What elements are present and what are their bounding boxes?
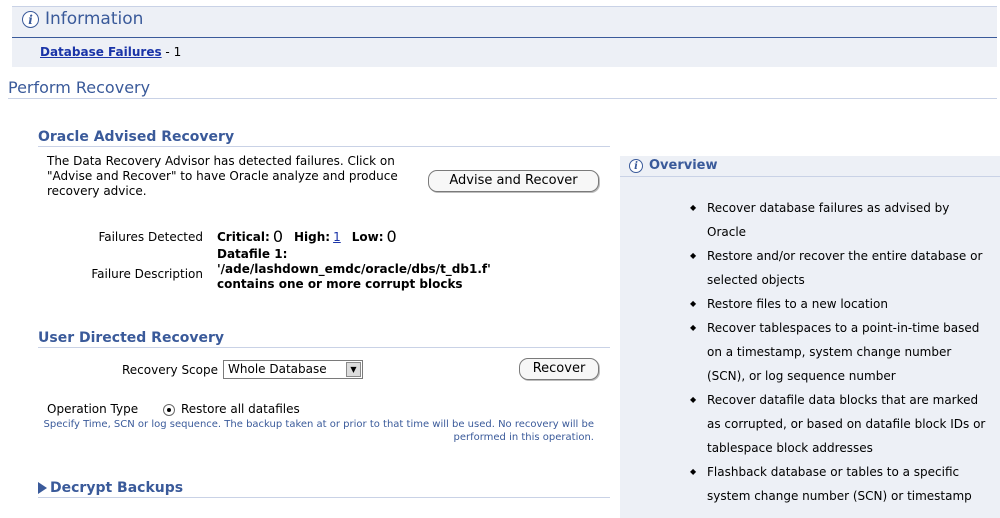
list-item: Restore files to a new location [690,292,990,316]
critical-label: Critical: [217,229,270,244]
information-message: Database Failures - 1 [40,45,181,59]
information-header: i Information [22,9,143,29]
high-label: High: [294,229,331,244]
info-icon: i [22,10,39,28]
overview-divider [620,176,1000,177]
info-icon: i [629,158,643,173]
oracle-advised-recovery-heading: Oracle Advised Recovery [38,129,235,145]
restore-all-datafiles-radio[interactable] [163,404,175,416]
user-directed-recovery-heading: User Directed Recovery [38,330,225,346]
information-divider [12,37,997,38]
list-item: Restore and/or recover the entire databa… [690,244,990,292]
operation-type-label: Operation Type [47,402,139,416]
decrypt-backups-divider [38,497,610,498]
decrypt-backups-toggle[interactable]: Decrypt Backups [38,480,183,496]
high-count-link[interactable]: 1 [333,230,341,244]
overview-list: Recover database failures as advised by … [690,196,990,508]
database-failures-count: - 1 [161,45,182,59]
list-item: Recover tablespaces to a point-in-time b… [690,316,990,388]
list-item: Recover database failures as advised by … [690,196,990,244]
advise-and-recover-button[interactable]: Advise and Recover [428,170,599,192]
overview-title: Overview [649,158,718,173]
list-item: Recover datafile data blocks that are ma… [690,388,990,460]
recover-button[interactable]: Recover [519,358,599,380]
restore-all-datafiles-label[interactable]: Restore all datafiles [181,402,300,416]
recovery-scope-label: Recovery Scope [121,363,218,377]
recovery-scope-value: Whole Database [228,362,327,376]
decrypt-backups-heading: Decrypt Backups [50,480,184,496]
oracle-advised-description: The Data Recovery Advisor has detected f… [47,154,398,198]
page-title: Perform Recovery [8,78,151,97]
triangle-right-icon [38,482,47,494]
user-directed-recovery-divider [38,347,610,348]
page-title-divider [8,98,997,99]
failure-description-value: Datafile 1: '/ade/lashdown_emdc/oracle/d… [217,247,491,291]
failure-description-label: Failure Description [91,267,203,281]
database-failures-link[interactable]: Database Failures [40,45,162,59]
oracle-advised-recovery-divider [38,146,610,147]
recovery-scope-select[interactable]: Whole Database ▼ [223,360,363,379]
restore-all-datafiles-hint: Specify Time, SCN or log sequence. The b… [43,419,594,443]
low-label: Low: [351,229,384,244]
critical-count: 0 [272,227,283,246]
radio-selected-dot [167,408,171,412]
low-count: 0 [386,227,397,246]
list-item: Flashback database or tables to a specif… [690,460,990,508]
overview-header: i Overview [629,158,718,173]
chevron-down-icon[interactable]: ▼ [346,362,361,377]
information-title: Information [45,9,144,29]
failures-detected-label: Failures Detected [98,230,203,244]
failures-detected-values: Critical: 0 High: 1 Low: 0 [217,227,405,246]
